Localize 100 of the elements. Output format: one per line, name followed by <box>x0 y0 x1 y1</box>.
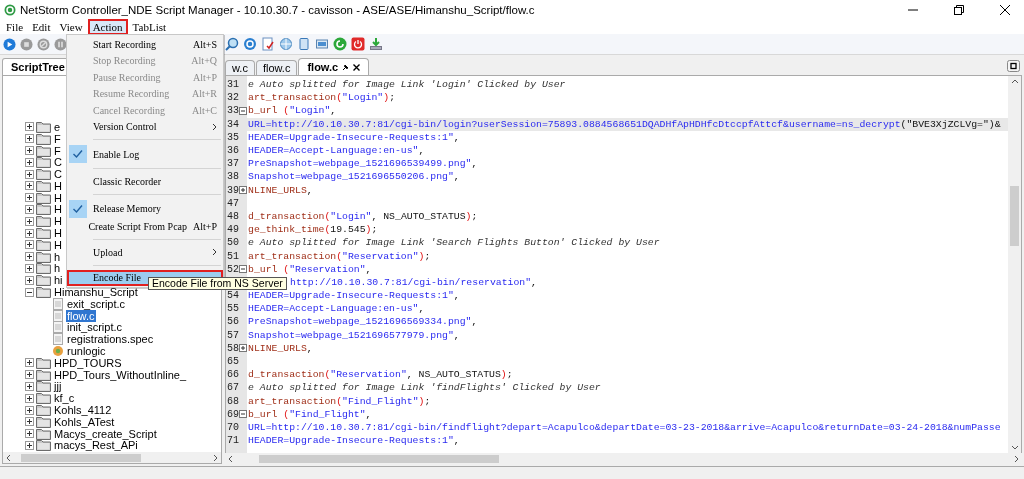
stop-icon[interactable] <box>20 37 33 51</box>
tree-item[interactable]: Kohls_ATest <box>53 415 116 428</box>
tree-item[interactable]: HPD_TOURS <box>53 356 123 369</box>
tree-item[interactable]: HPD_Tours_WithoutInline_ <box>53 368 188 381</box>
expand-icon[interactable] <box>25 122 34 132</box>
expand-icon[interactable] <box>25 193 34 203</box>
collapse-icon[interactable] <box>25 287 34 297</box>
tree-item[interactable]: C <box>53 168 63 181</box>
pin-icon[interactable] <box>342 63 350 71</box>
expand-icon[interactable] <box>25 417 34 427</box>
expand-icon[interactable] <box>25 240 34 250</box>
expand-icon[interactable] <box>25 216 34 226</box>
cancel-icon[interactable] <box>37 37 50 51</box>
close-icon[interactable] <box>1000 5 1010 15</box>
editor-tab[interactable]: flow.c <box>255 60 298 75</box>
folder-icon <box>36 238 51 251</box>
folder-icon <box>36 156 51 169</box>
menu-item[interactable]: Start Recording Alt+S <box>67 36 223 53</box>
expand-icon[interactable] <box>25 370 34 380</box>
menu-item[interactable]: Action <box>87 19 128 35</box>
tree-item[interactable]: init_script.c <box>66 321 124 334</box>
tree-item[interactable]: h <box>53 262 62 275</box>
expand-icon[interactable] <box>25 405 34 415</box>
editor-tab[interactable]: flow.c <box>298 58 370 75</box>
tree-item[interactable]: jjj <box>53 380 63 393</box>
expand-icon[interactable] <box>25 157 34 167</box>
expand-icon[interactable] <box>25 252 34 262</box>
tree-item[interactable]: macys_Rest_APi <box>53 439 139 452</box>
menu-item[interactable]: Release Memory <box>67 198 223 219</box>
scroll-left-icon[interactable] <box>227 454 235 463</box>
expand-icon[interactable] <box>25 204 34 214</box>
expand-icon[interactable] <box>25 275 34 285</box>
expand-icon[interactable] <box>25 429 34 439</box>
tree-item[interactable]: flow.c <box>66 309 96 322</box>
scroll-up-icon[interactable] <box>1010 78 1019 86</box>
expand-icon[interactable] <box>25 228 34 238</box>
page-icon[interactable] <box>297 37 311 51</box>
menu-item[interactable]: Version Control <box>67 118 223 135</box>
tree-item[interactable]: kf_c <box>53 392 76 405</box>
tree-item[interactable]: e <box>53 120 62 133</box>
menu-item[interactable]: TabList <box>128 20 171 34</box>
expand-icon[interactable] <box>239 186 247 195</box>
scroll-thumb[interactable] <box>21 453 141 462</box>
close-icon[interactable] <box>353 63 361 71</box>
expand-icon[interactable] <box>25 146 34 155</box>
expand-icon[interactable] <box>25 393 34 403</box>
tree-item[interactable]: Kohls_4112 <box>53 404 113 417</box>
code-line: PreSnapshot=webpage_1521696569334.png", <box>247 316 478 328</box>
menu-item[interactable]: File <box>2 20 28 34</box>
scroll-thumb[interactable] <box>1010 186 1019 246</box>
expand-icon[interactable] <box>25 134 34 144</box>
document-icon[interactable] <box>261 37 275 51</box>
tree-item[interactable]: h <box>53 250 62 263</box>
editor-tab[interactable]: w.c <box>225 60 255 75</box>
tree-item[interactable]: Macys_create_Script <box>53 427 158 440</box>
tree-item[interactable]: runlogic <box>66 345 107 358</box>
expand-icon[interactable] <box>25 181 34 191</box>
pause-icon[interactable] <box>54 37 67 51</box>
power-icon[interactable] <box>351 37 365 51</box>
checkmark-icon <box>69 199 87 218</box>
code-line: b_url ("Find_Flight", <box>247 408 372 420</box>
scroll-thumb[interactable] <box>259 454 499 463</box>
tree-item[interactable]: hi <box>53 274 64 287</box>
scroll-right-icon[interactable] <box>211 453 219 462</box>
tree-item[interactable]: registrations.spec <box>66 333 155 346</box>
tree-item[interactable]: Himanshu_Script <box>53 286 139 299</box>
tree-item[interactable]: H <box>53 238 63 251</box>
maximize-icon[interactable] <box>1007 60 1020 72</box>
play-icon[interactable] <box>3 37 16 51</box>
expand-icon[interactable] <box>25 381 34 391</box>
scroll-down-icon[interactable] <box>1010 443 1019 451</box>
tree-item[interactable]: F <box>53 132 62 145</box>
tree-item[interactable]: exit_script.c <box>66 297 127 310</box>
tree-item[interactable]: H <box>53 227 63 240</box>
tree-item[interactable]: C <box>53 156 63 169</box>
menu-item[interactable]: Edit <box>28 20 55 34</box>
expand-icon[interactable] <box>25 263 34 273</box>
expand-icon[interactable] <box>25 358 34 368</box>
scroll-right-icon[interactable] <box>1012 454 1020 463</box>
folder-icon <box>36 404 51 417</box>
menu-item[interactable]: Enable Log <box>67 144 223 164</box>
restore-icon[interactable] <box>954 5 964 15</box>
download-icon[interactable] <box>369 37 383 51</box>
tree-item[interactable]: H <box>53 203 63 216</box>
refresh-icon[interactable] <box>333 37 347 51</box>
scroll-left-icon[interactable] <box>5 453 13 462</box>
menu-item[interactable]: Upload <box>67 244 223 261</box>
expand-icon[interactable] <box>239 344 247 353</box>
folder-icon <box>36 368 51 381</box>
expand-icon[interactable] <box>25 440 34 450</box>
menu-item[interactable]: Classic Recorder <box>67 173 223 190</box>
tree-item[interactable]: H <box>53 191 63 204</box>
expand-icon[interactable] <box>25 169 34 179</box>
tree-item[interactable]: F <box>53 144 62 157</box>
menu-item[interactable]: View <box>55 20 87 34</box>
tree-item[interactable]: H <box>53 179 63 192</box>
monitor-icon[interactable] <box>315 37 329 51</box>
tree-item[interactable]: H <box>53 215 63 228</box>
search-icon[interactable] <box>225 37 239 51</box>
menu-item[interactable]: Create Script From Pcap Alt+P <box>67 218 223 235</box>
